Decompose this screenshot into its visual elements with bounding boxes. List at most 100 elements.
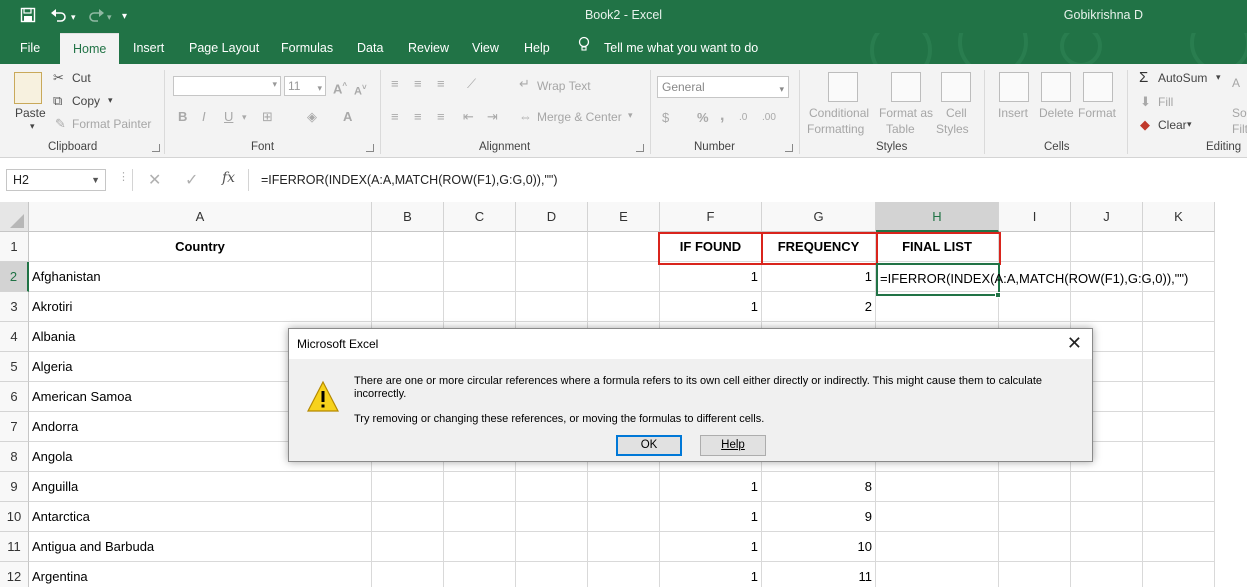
sort-filter-label-1[interactable]: Sor [1232, 106, 1247, 120]
cell-h9[interactable] [876, 472, 999, 502]
tab-formulas[interactable]: Formulas [281, 33, 333, 64]
clipboard-launcher-icon[interactable] [152, 144, 160, 152]
cell-i10[interactable] [999, 502, 1071, 532]
decrease-font-icon[interactable]: A˅ [354, 80, 367, 100]
chevron-down-icon[interactable]: ▾ [1216, 72, 1221, 83]
tab-data[interactable]: Data [357, 33, 383, 64]
cell-d10[interactable] [516, 502, 588, 532]
cell-a10[interactable]: Antarctica [29, 502, 372, 532]
cell-c10[interactable] [444, 502, 516, 532]
cell-b11[interactable] [372, 532, 444, 562]
cell-b1[interactable] [372, 232, 444, 262]
cell-h12[interactable] [876, 562, 999, 587]
cell-e2[interactable] [588, 262, 660, 292]
cell-f2[interactable]: 1 [660, 262, 762, 292]
row-header-1[interactable]: 1 [0, 232, 29, 262]
cell-d12[interactable] [516, 562, 588, 587]
format-painter-button[interactable]: Format Painter [72, 117, 151, 131]
cell-g10[interactable]: 9 [762, 502, 876, 532]
cell-k8[interactable] [1143, 442, 1215, 472]
cell-f9[interactable]: 1 [660, 472, 762, 502]
number-format-select[interactable]: General ▾ [657, 76, 789, 98]
tell-me-search[interactable]: Tell me what you want to do [578, 33, 758, 64]
accounting-format-icon[interactable]: $ [662, 110, 669, 126]
cell-a12[interactable]: Argentina [29, 562, 372, 587]
cell-k5[interactable] [1143, 352, 1215, 382]
cell-e12[interactable] [588, 562, 660, 587]
copy-button[interactable]: Copy [72, 94, 100, 108]
cell-d9[interactable] [516, 472, 588, 502]
row-header-5[interactable]: 5 [0, 352, 29, 382]
cell-d2[interactable] [516, 262, 588, 292]
paste-dropdown-icon[interactable]: ▾ [30, 121, 35, 132]
cell-k11[interactable] [1143, 532, 1215, 562]
cell-i3[interactable] [999, 292, 1071, 322]
wrap-text-button[interactable]: Wrap Text [537, 79, 591, 93]
select-all-button[interactable] [0, 202, 29, 232]
cell-k7[interactable] [1143, 412, 1215, 442]
row-header-9[interactable]: 9 [0, 472, 29, 502]
cell-k12[interactable] [1143, 562, 1215, 587]
cell-c3[interactable] [444, 292, 516, 322]
number-launcher-icon[interactable] [785, 144, 793, 152]
cell-g3[interactable]: 2 [762, 292, 876, 322]
row-header-6[interactable]: 6 [0, 382, 29, 412]
underline-icon[interactable]: U [224, 109, 233, 125]
enter-icon[interactable]: ✓ [185, 170, 198, 190]
sort-filter-icon[interactable]: A [1232, 76, 1240, 90]
cell-i12[interactable] [999, 562, 1071, 587]
tab-file[interactable]: File [20, 33, 40, 64]
cell-j10[interactable] [1071, 502, 1143, 532]
cell-g2[interactable]: 1 [762, 262, 876, 292]
comma-style-icon[interactable]: , [720, 108, 724, 124]
orientation-icon[interactable]: ⟋ [467, 76, 476, 92]
tab-help[interactable]: Help [524, 33, 550, 64]
percent-icon[interactable]: % [697, 110, 709, 126]
cell-b9[interactable] [372, 472, 444, 502]
column-header-i[interactable]: I [999, 202, 1071, 232]
row-header-12[interactable]: 12 [0, 562, 29, 587]
cell-e10[interactable] [588, 502, 660, 532]
tab-home[interactable]: Home [60, 33, 120, 64]
increase-decimal-icon[interactable]: .0 [739, 110, 747, 126]
insert-cells-button[interactable]: Insert [998, 106, 1028, 120]
bottom-align-icon[interactable]: ≡ [437, 76, 445, 92]
row-header-10[interactable]: 10 [0, 502, 29, 532]
cell-b10[interactable] [372, 502, 444, 532]
formula-input[interactable]: =IFERROR(INDEX(A:A,MATCH(ROW(F1),G:G,0))… [249, 169, 1247, 191]
name-box[interactable]: H2 ▼ [6, 169, 106, 191]
copy-dropdown-icon[interactable]: ▾ [108, 95, 113, 106]
cell-j9[interactable] [1071, 472, 1143, 502]
column-header-b[interactable]: B [372, 202, 444, 232]
row-header-3[interactable]: 3 [0, 292, 29, 322]
column-header-c[interactable]: C [444, 202, 516, 232]
cell-c9[interactable] [444, 472, 516, 502]
middle-align-icon[interactable]: ≡ [414, 76, 422, 92]
chevron-down-icon[interactable]: ▾ [628, 110, 633, 121]
cell-f10[interactable]: 1 [660, 502, 762, 532]
top-align-icon[interactable]: ≡ [391, 76, 399, 92]
align-left-icon[interactable]: ≡ [391, 109, 399, 125]
cell-e11[interactable] [588, 532, 660, 562]
conditional-formatting-label-2[interactable]: Formatting [807, 122, 864, 136]
column-header-g[interactable]: G [762, 202, 876, 232]
chevron-down-icon[interactable]: ▾ [1187, 119, 1192, 130]
cell-d1[interactable] [516, 232, 588, 262]
tab-view[interactable]: View [472, 33, 499, 64]
row-header-11[interactable]: 11 [0, 532, 29, 562]
cell-styles-label-1[interactable]: Cell [946, 106, 967, 120]
row-header-4[interactable]: 4 [0, 322, 29, 352]
clear-button[interactable]: Clear [1158, 118, 1187, 132]
cell-c12[interactable] [444, 562, 516, 587]
cell-k6[interactable] [1143, 382, 1215, 412]
cell-b12[interactable] [372, 562, 444, 587]
fill-color-icon[interactable]: ◈ [307, 109, 317, 125]
font-name-select[interactable]: ▾ [173, 76, 281, 96]
row-header-8[interactable]: 8 [0, 442, 29, 472]
tab-insert[interactable]: Insert [133, 33, 164, 64]
cell-i1[interactable] [999, 232, 1071, 262]
insert-function-icon[interactable]: fx [222, 170, 235, 186]
column-header-k[interactable]: K [1143, 202, 1215, 232]
bold-icon[interactable]: B [178, 109, 187, 125]
column-header-e[interactable]: E [588, 202, 660, 232]
